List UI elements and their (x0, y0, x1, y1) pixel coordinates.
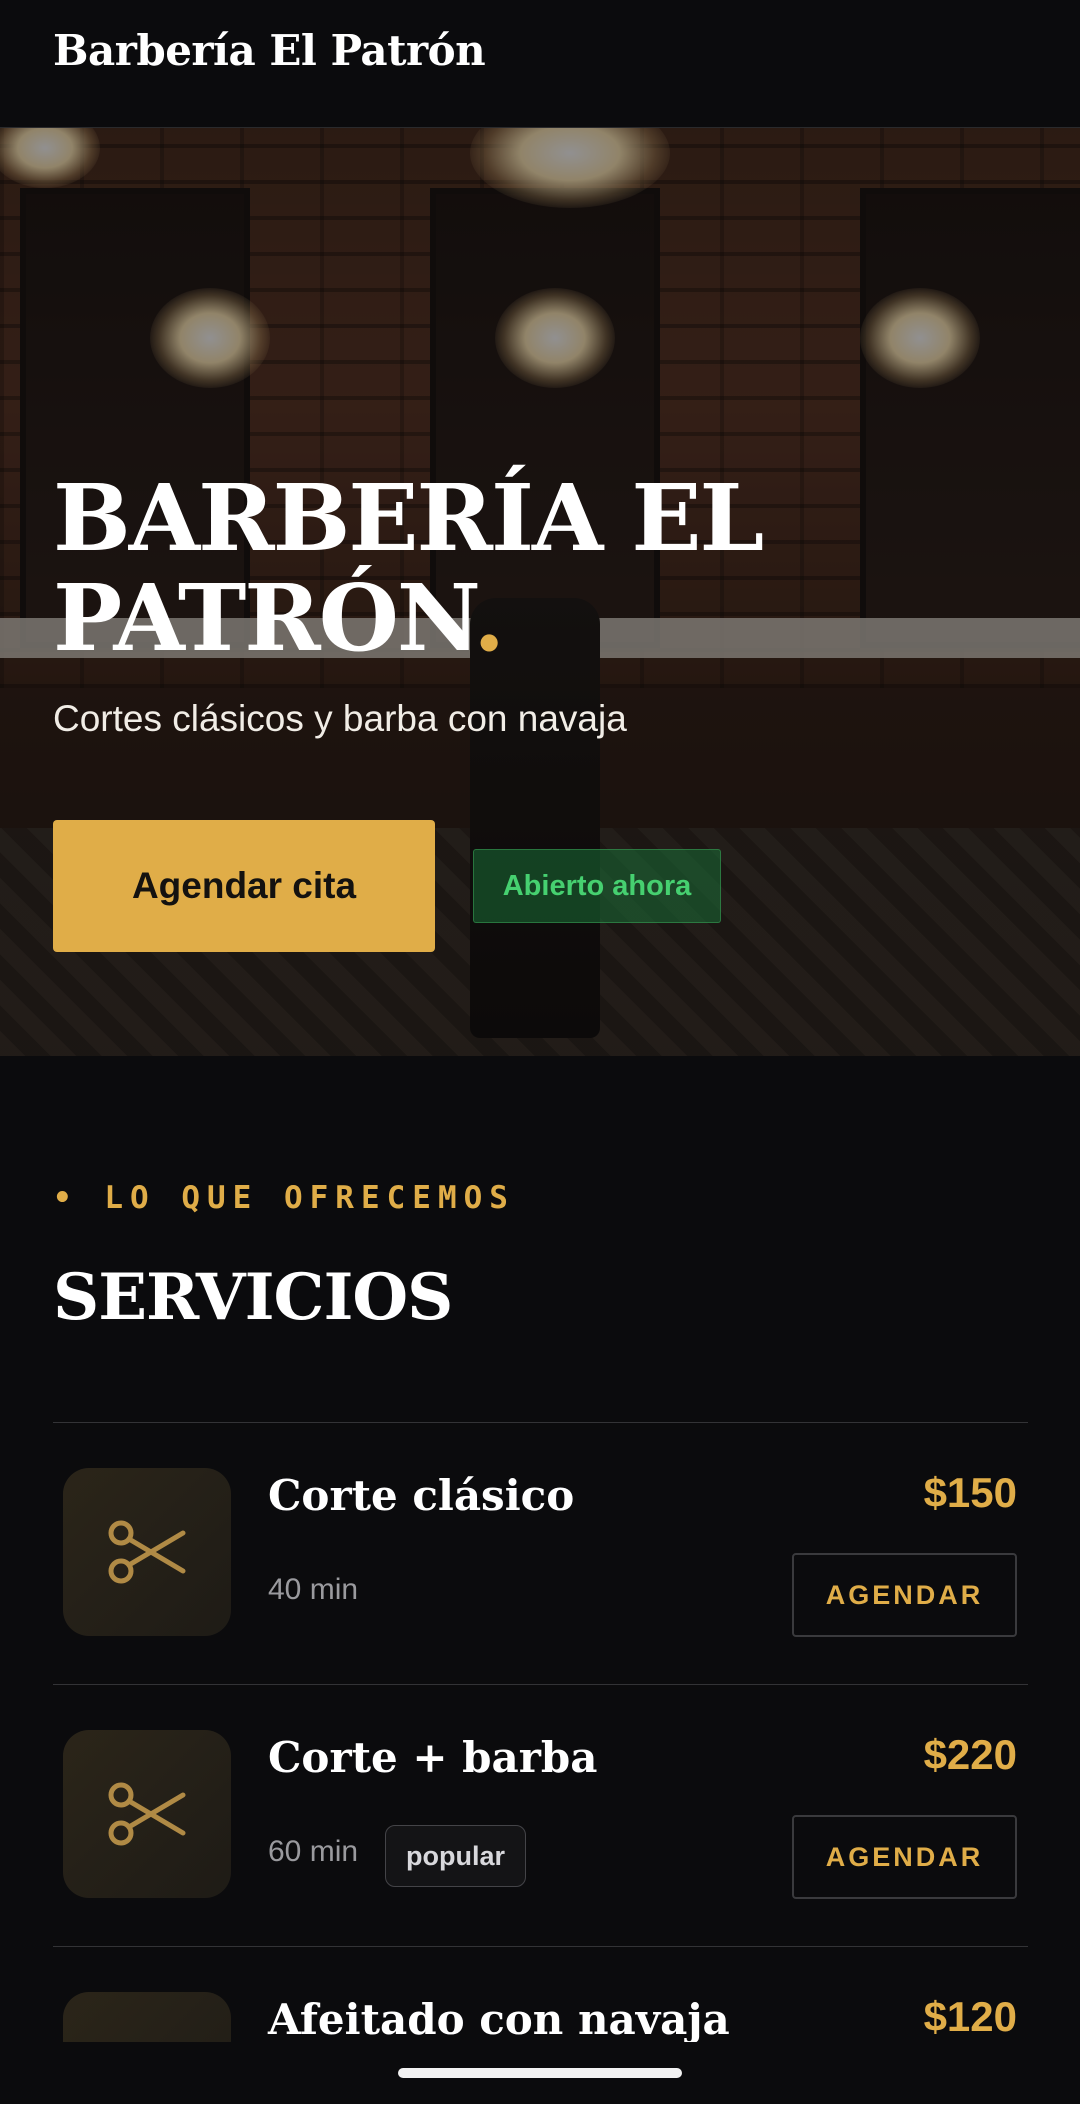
brand-logo-text[interactable]: Barbería El Patrón (53, 26, 486, 75)
service-item: Corte clásico 40 min $150 AGENDAR (53, 1422, 1028, 1684)
services-eyebrow: • LO QUE OFRECEMOS (53, 1180, 515, 1216)
book-service-button[interactable]: AGENDAR (792, 1815, 1017, 1899)
book-appointment-button[interactable]: Agendar cita (53, 820, 435, 952)
home-indicator[interactable] (398, 2068, 682, 2078)
hero-subtitle: Cortes clásicos y barba con navaja (53, 698, 627, 739)
service-price: $220 (923, 1731, 1017, 1778)
book-service-button[interactable]: AGENDAR (792, 1553, 1017, 1637)
service-price: $150 (923, 1469, 1017, 1516)
service-duration: 60 min (268, 1835, 359, 1868)
title-accent-dot: . (473, 564, 505, 672)
site-header: Barbería El Patrón (0, 0, 1080, 128)
scissors-icon (63, 1468, 231, 1636)
service-name: Corte clásico (268, 1471, 575, 1520)
hero-section: BARBERÍA EL PATRÓN. Cortes clásicos y ba… (0, 128, 1080, 1056)
service-item: Corte + barba 60 min popular $220 AGENDA… (53, 1684, 1028, 1946)
service-name: Corte + barba (268, 1733, 598, 1782)
hero-title: BARBERÍA EL PATRÓN. (53, 464, 764, 672)
service-name: Afeitado con navaja (268, 1995, 730, 2042)
services-title: SERVICIOS (53, 1260, 453, 1335)
razor-icon (63, 1992, 231, 2042)
service-duration: 40 min (268, 1573, 359, 1606)
service-price: $120 (923, 1993, 1017, 2040)
service-item: Afeitado con navaja $120 (53, 1946, 1028, 2042)
popular-tag: popular (385, 1825, 526, 1887)
open-now-badge: Abierto ahora (473, 849, 721, 923)
scissors-icon (63, 1730, 231, 1898)
services-list: Corte clásico 40 min $150 AGENDAR Corte … (53, 1422, 1028, 2042)
